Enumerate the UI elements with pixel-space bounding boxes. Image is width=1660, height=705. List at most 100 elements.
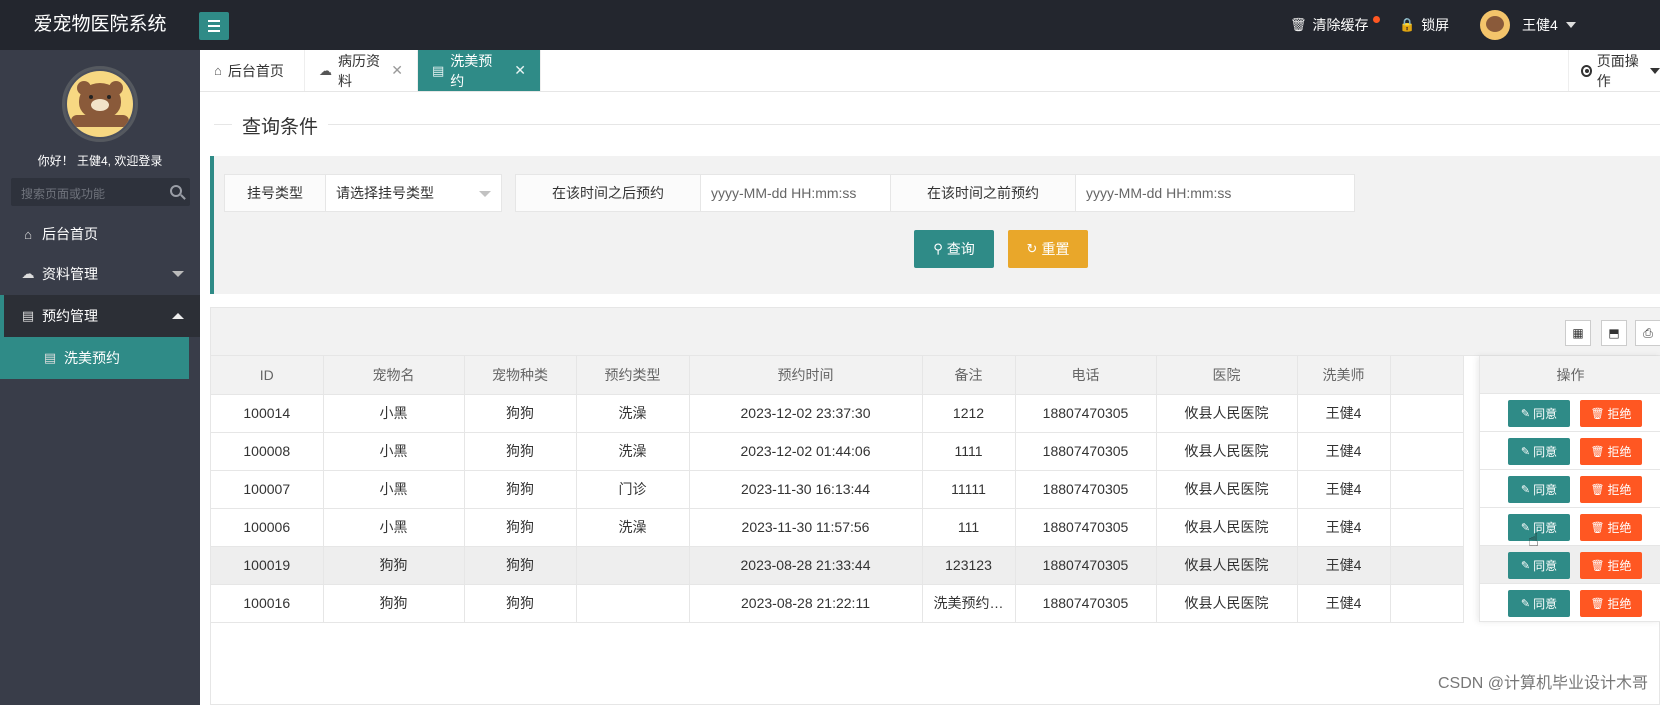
reset-button[interactable]: ↻ 重置 (1008, 230, 1088, 268)
clipboard-icon: ▤ (432, 62, 445, 78)
column-header[interactable]: 洗美师 (1297, 356, 1391, 395)
field-label: 在该时间之后预约 (516, 175, 701, 211)
sidebar-item-home[interactable]: ⌂ 后台首页 (0, 213, 200, 255)
cell-time: 2023-11-30 11:57:56 (689, 508, 923, 547)
cell-type: 门诊 (576, 470, 690, 509)
export-button[interactable]: ⬒ (1601, 320, 1627, 346)
cell-spacer (1390, 470, 1464, 509)
reject-button[interactable]: 🗑 拒绝 (1580, 552, 1642, 579)
table-row[interactable]: 100007 小黑 狗狗 门诊 2023-11-30 16:13:44 1111… (211, 470, 1464, 509)
approve-button[interactable]: ✎ 同意 (1508, 400, 1570, 427)
table-row[interactable]: 100014 小黑 狗狗 洗澡 2023-12-02 23:37:30 1212… (211, 394, 1464, 433)
cell-phone: 18807470305 (1015, 432, 1157, 471)
cell-time: 2023-12-02 23:37:30 (689, 394, 923, 433)
page-actions-dropdown[interactable]: 页面操作 (1568, 50, 1660, 91)
user-menu[interactable]: 王健4 (1480, 0, 1576, 50)
sidebar-item-records[interactable]: ☁ 资料管理 (0, 253, 200, 295)
cell-id: 100019 (211, 546, 324, 585)
appointments-table: ID 宠物名 宠物种类 预约类型 预约时间 备注 电话 医院 洗美师 10001… (211, 356, 1464, 623)
mouse-cursor-icon: ☝ (1528, 530, 1539, 550)
table-row[interactable]: 100006 小黑 狗狗 洗澡 2023-11-30 11:57:56 111 … (211, 508, 1464, 547)
table-row[interactable]: 100016 狗狗 狗狗 2023-08-28 21:22:11 洗美预约… 1… (211, 584, 1464, 623)
columns-filter-button[interactable]: ▦ (1565, 320, 1591, 346)
reject-button[interactable]: 🗑 拒绝 (1580, 514, 1642, 541)
appointment-type-select[interactable]: 请选择挂号类型 (326, 175, 501, 211)
close-icon[interactable]: ✕ (391, 62, 403, 79)
approve-button[interactable]: ✎ 同意 (1508, 476, 1570, 503)
table-row[interactable]: 100008 小黑 狗狗 洗澡 2023-12-02 01:44:06 1111… (211, 432, 1464, 471)
column-header[interactable]: ID (211, 356, 324, 395)
print-button[interactable]: ⎙ (1635, 320, 1660, 346)
reject-button[interactable]: 🗑 拒绝 (1580, 438, 1642, 465)
welcome-text: 你好！ 王健4, 欢迎登录 (37, 154, 163, 168)
menu-toggle-button[interactable] (199, 12, 229, 40)
cell-spacer (1390, 394, 1464, 433)
column-header[interactable]: 预约时间 (689, 356, 923, 395)
cell-pet: 小黑 (323, 470, 465, 509)
search-icon[interactable] (170, 185, 182, 197)
column-header[interactable]: 宠物名 (323, 356, 465, 395)
cell-hospital: 攸县人民医院 (1156, 394, 1298, 433)
reject-label: 拒绝 (1607, 597, 1632, 611)
approve-button[interactable]: ✎ 同意 (1508, 552, 1570, 579)
before-time-input[interactable]: yyyy-MM-dd HH:mm:ss (1076, 175, 1354, 211)
cell-type: 洗澡 (576, 394, 690, 433)
printer-icon: ⎙ (1643, 325, 1653, 340)
approve-button[interactable]: ✎ 同意 (1508, 590, 1570, 617)
chevron-down-icon (1650, 67, 1660, 74)
cell-type (576, 546, 690, 585)
bear-avatar-icon (67, 71, 133, 137)
cell-hospital: 攸县人民医院 (1156, 470, 1298, 509)
cell-note: 1111 (922, 432, 1016, 471)
cell-type: 洗澡 (576, 508, 690, 547)
chevron-down-icon (172, 271, 184, 277)
tab-records[interactable]: ☁ 病历资料 ✕ (305, 50, 418, 91)
field-label: 挂号类型 (225, 175, 326, 211)
approve-button[interactable]: ✎ 同意 (1508, 438, 1570, 465)
cell-groomer: 王健4 (1297, 470, 1391, 509)
query-panel: 挂号类型 请选择挂号类型 在该时间之后预约 yyyy-MM-dd HH:mm:s… (210, 156, 1660, 294)
lock-screen-button[interactable]: 🔒 锁屏 (1399, 0, 1449, 50)
cell-groomer: 王健4 (1297, 508, 1391, 547)
cell-spacer (1390, 432, 1464, 471)
after-time-input[interactable]: yyyy-MM-dd HH:mm:ss (701, 175, 890, 211)
table-row[interactable]: 100019 狗狗 狗狗 2023-08-28 21:33:44 123123 … (211, 546, 1464, 585)
cell-species: 狗狗 (464, 394, 577, 433)
cell-hospital: 攸县人民医院 (1156, 584, 1298, 623)
chevron-down-icon (1565, 22, 1576, 28)
reject-button[interactable]: 🗑 拒绝 (1580, 476, 1642, 503)
cell-id: 100008 (211, 432, 324, 471)
approve-button[interactable]: ✎ 同意 (1508, 514, 1570, 541)
sidebar-item-appointments[interactable]: ▤ 预约管理 (0, 295, 200, 337)
column-header[interactable]: 宠物种类 (464, 356, 577, 395)
sidebar-item-label: 预约管理 (42, 308, 98, 324)
query-title: 查询条件 (232, 112, 329, 139)
reject-button[interactable]: 🗑 拒绝 (1580, 590, 1642, 617)
sidebar-item-grooming[interactable]: ▤ 洗美预约 (0, 337, 189, 379)
reject-label: 拒绝 (1607, 559, 1632, 573)
column-header[interactable]: 备注 (922, 356, 1016, 395)
reject-button[interactable]: 🗑 拒绝 (1580, 400, 1642, 427)
cell-id: 100014 (211, 394, 324, 433)
search-button[interactable]: ⚲ 查询 (914, 230, 994, 268)
close-icon[interactable]: ✕ (514, 62, 526, 79)
clear-cache-button[interactable]: 🗑 清除缓存 (1290, 0, 1380, 50)
pencil-icon: ✎ (1520, 408, 1531, 420)
cell-time: 2023-08-28 21:22:11 (689, 584, 923, 623)
trash-icon: 🗑 (1590, 522, 1605, 534)
appointment-type-field: 挂号类型 请选择挂号类型 (224, 174, 502, 212)
column-header[interactable]: 预约类型 (576, 356, 690, 395)
cell-species: 狗狗 (464, 508, 577, 547)
home-icon: ⌂ (214, 63, 222, 78)
operations-row: ✎ 同意 🗑 拒绝 (1480, 508, 1660, 546)
column-header[interactable]: 电话 (1015, 356, 1157, 395)
trash-icon: 🗑 (1590, 446, 1605, 458)
tab-home[interactable]: ⌂ 后台首页 (200, 50, 305, 91)
watermark: CSDN @计算机毕业设计木哥 (1437, 675, 1648, 692)
cell-species: 狗狗 (464, 546, 577, 585)
tab-grooming[interactable]: ▤ 洗美预约 ✕ (418, 50, 541, 91)
cell-pet: 小黑 (323, 508, 465, 547)
column-header[interactable]: 医院 (1156, 356, 1298, 395)
chevron-down-icon (479, 191, 491, 197)
sidebar-search-input[interactable]: 搜索页面或功能 (11, 178, 190, 206)
